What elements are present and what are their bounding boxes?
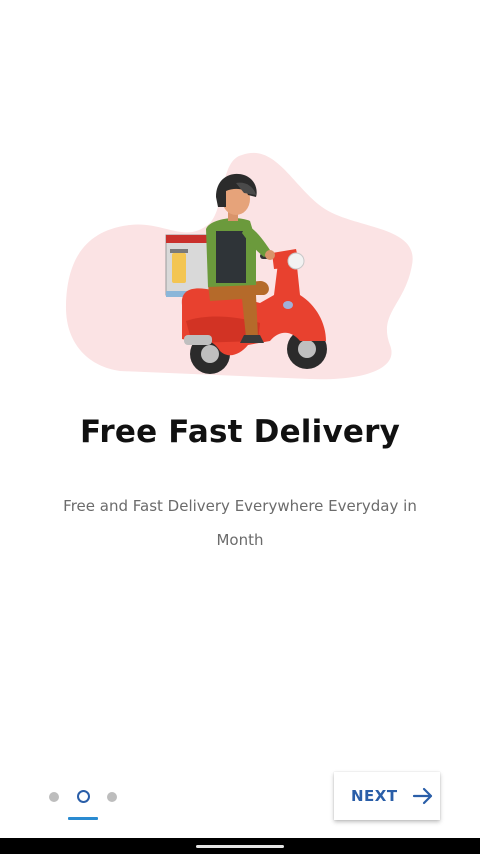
delivery-box (165, 234, 211, 297)
page-dot-1[interactable] (49, 792, 59, 802)
page-title: Free Fast Delivery (79, 414, 400, 450)
next-button[interactable]: NEXT (334, 772, 440, 820)
page-indicator (40, 784, 140, 824)
home-indicator[interactable] (196, 845, 284, 848)
page-subtitle: Free and Fast Delivery Everywhere Everyd… (63, 497, 417, 549)
system-navigation-bar (0, 838, 480, 854)
next-button-label: NEXT (351, 787, 398, 805)
page-dot-3[interactable] (107, 792, 117, 802)
active-page-underline (68, 817, 98, 820)
page-dot-2-active[interactable] (77, 790, 90, 803)
arrow-right-icon (412, 787, 433, 805)
delivery-illustration (65, 152, 413, 380)
